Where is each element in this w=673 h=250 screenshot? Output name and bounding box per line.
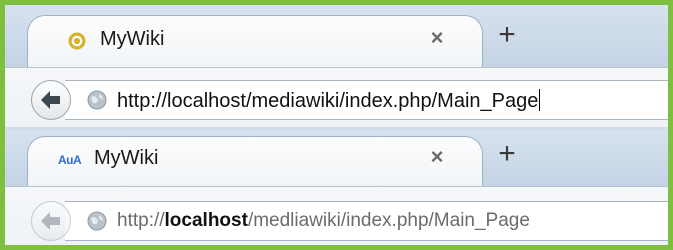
back-arrow-icon <box>41 212 60 230</box>
new-tab-button[interactable]: + <box>487 17 527 55</box>
new-tab-button[interactable]: + <box>487 136 527 174</box>
globe-icon <box>87 211 107 231</box>
tab-strip: AuA MyWiki × + <box>5 130 668 186</box>
url-scheme: http:// <box>117 210 165 231</box>
favicon-text: AuA <box>58 153 82 167</box>
browser-window-2: AuA MyWiki × + http://localhost/medliawi… <box>5 130 668 245</box>
tab-mywiki[interactable]: MyWiki × <box>27 15 483 67</box>
navigation-bar: http://localhost/medliawiki/index.php/Ma… <box>5 186 668 245</box>
screenshot-frame: MyWiki × + http://localhost/mediawiki/in… <box>0 0 673 250</box>
globe-icon <box>87 90 107 110</box>
back-button[interactable] <box>31 201 71 241</box>
back-arrow-icon <box>41 91 60 109</box>
navigation-bar: http://localhost/mediawiki/index.php/Mai… <box>5 67 668 127</box>
tab-close-icon[interactable]: × <box>426 27 448 49</box>
url-bar[interactable]: http://localhost/medliawiki/index.php/Ma… <box>65 201 668 241</box>
url-path: /medliawiki/index.php/Main_Page <box>247 210 530 231</box>
tab-title: MyWiki <box>94 147 159 169</box>
wiki-favicon-icon: AuA <box>58 151 92 169</box>
tab-close-icon[interactable]: × <box>426 146 448 168</box>
url-bar[interactable]: http://localhost/mediawiki/index.php/Mai… <box>65 80 668 120</box>
url-text[interactable]: http://localhost/mediawiki/index.php/Mai… <box>117 89 541 113</box>
back-button[interactable] <box>31 80 71 120</box>
text-caret <box>539 89 541 111</box>
url-text[interactable]: http://localhost/medliawiki/index.php/Ma… <box>117 210 530 232</box>
tab-strip: MyWiki × + <box>5 5 668 67</box>
url-host: localhost <box>164 210 248 231</box>
mediawiki-favicon-icon <box>68 32 86 50</box>
browser-window-1: MyWiki × + http://localhost/mediawiki/in… <box>5 5 668 127</box>
tab-title: MyWiki <box>100 28 165 50</box>
tab-mywiki[interactable]: AuA MyWiki × <box>27 136 483 186</box>
